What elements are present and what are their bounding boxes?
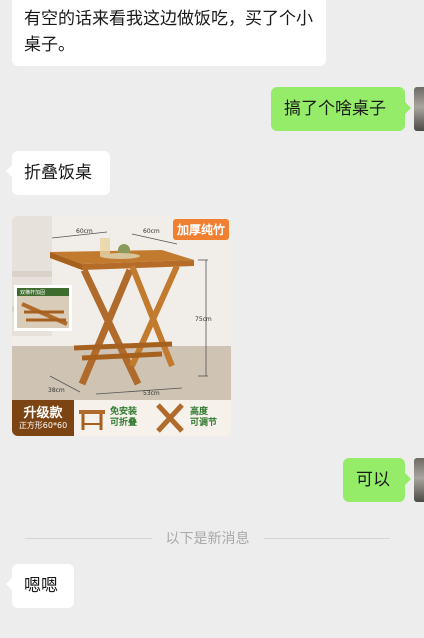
message-text: 有空的话来看我这边做饭吃，买了个小桌子。	[24, 9, 313, 55]
x-frame-icon	[150, 400, 190, 436]
divider-line-right	[263, 538, 390, 539]
feature2-line2: 可调节	[190, 418, 218, 428]
divider-line-left	[25, 538, 152, 539]
dim-bottom-right: 53cm	[143, 390, 160, 397]
mini-table-icon	[74, 400, 110, 436]
message-text: 搞了个啥桌子	[284, 99, 386, 119]
message-bubble-incoming[interactable]: 折叠饭桌	[6, 151, 110, 195]
folding-table-photo: 60cm 60cm 75cm 38cm 53cm 双横杆加固	[12, 216, 231, 400]
message-bubble-incoming[interactable]: 嗯嗯	[6, 564, 74, 608]
message-bubble-incoming[interactable]: 有空的话来看我这边做饭吃，买了个小桌子。	[12, 0, 326, 66]
feature2-line1: 高度	[190, 407, 209, 417]
upgrade-title: 升级款	[23, 405, 63, 421]
message-text: 可以	[356, 470, 390, 490]
upgrade-subtitle: 正方形60*60	[18, 420, 68, 430]
feature-no-install: 免安装 可折叠	[110, 400, 150, 436]
message-bubble-outgoing[interactable]: 可以	[343, 458, 411, 502]
message-bubble-outgoing[interactable]: 搞了个啥桌子	[271, 87, 411, 131]
product-feature-bar: 升级款 正方形60*60 免安装 可折叠 高度 可调节	[12, 400, 231, 436]
message-text: 折叠饭桌	[24, 163, 92, 183]
message-text: 嗯嗯	[24, 576, 58, 596]
feature-adjustable: 高度 可调节	[190, 400, 231, 436]
feature1-line1: 免安装	[110, 407, 138, 417]
self-avatar[interactable]	[414, 458, 424, 502]
inset-label: 双横杆加固	[20, 289, 45, 296]
feature1-line2: 可折叠	[110, 418, 138, 428]
product-badge: 加厚纯竹	[172, 219, 229, 240]
new-messages-divider: 以下是新消息	[25, 531, 390, 546]
dim-bottom-left: 38cm	[48, 387, 65, 394]
upgrade-label: 升级款 正方形60*60	[12, 400, 74, 436]
dim-top-right: 60cm	[143, 228, 160, 235]
dim-top-left: 60cm	[76, 228, 93, 235]
dim-height: 75cm	[195, 316, 212, 323]
product-image-message[interactable]: 60cm 60cm 75cm 38cm 53cm 双横杆加固 加厚纯竹 升级款 …	[12, 216, 231, 436]
self-avatar[interactable]	[414, 87, 424, 131]
divider-label: 以下是新消息	[151, 531, 264, 546]
